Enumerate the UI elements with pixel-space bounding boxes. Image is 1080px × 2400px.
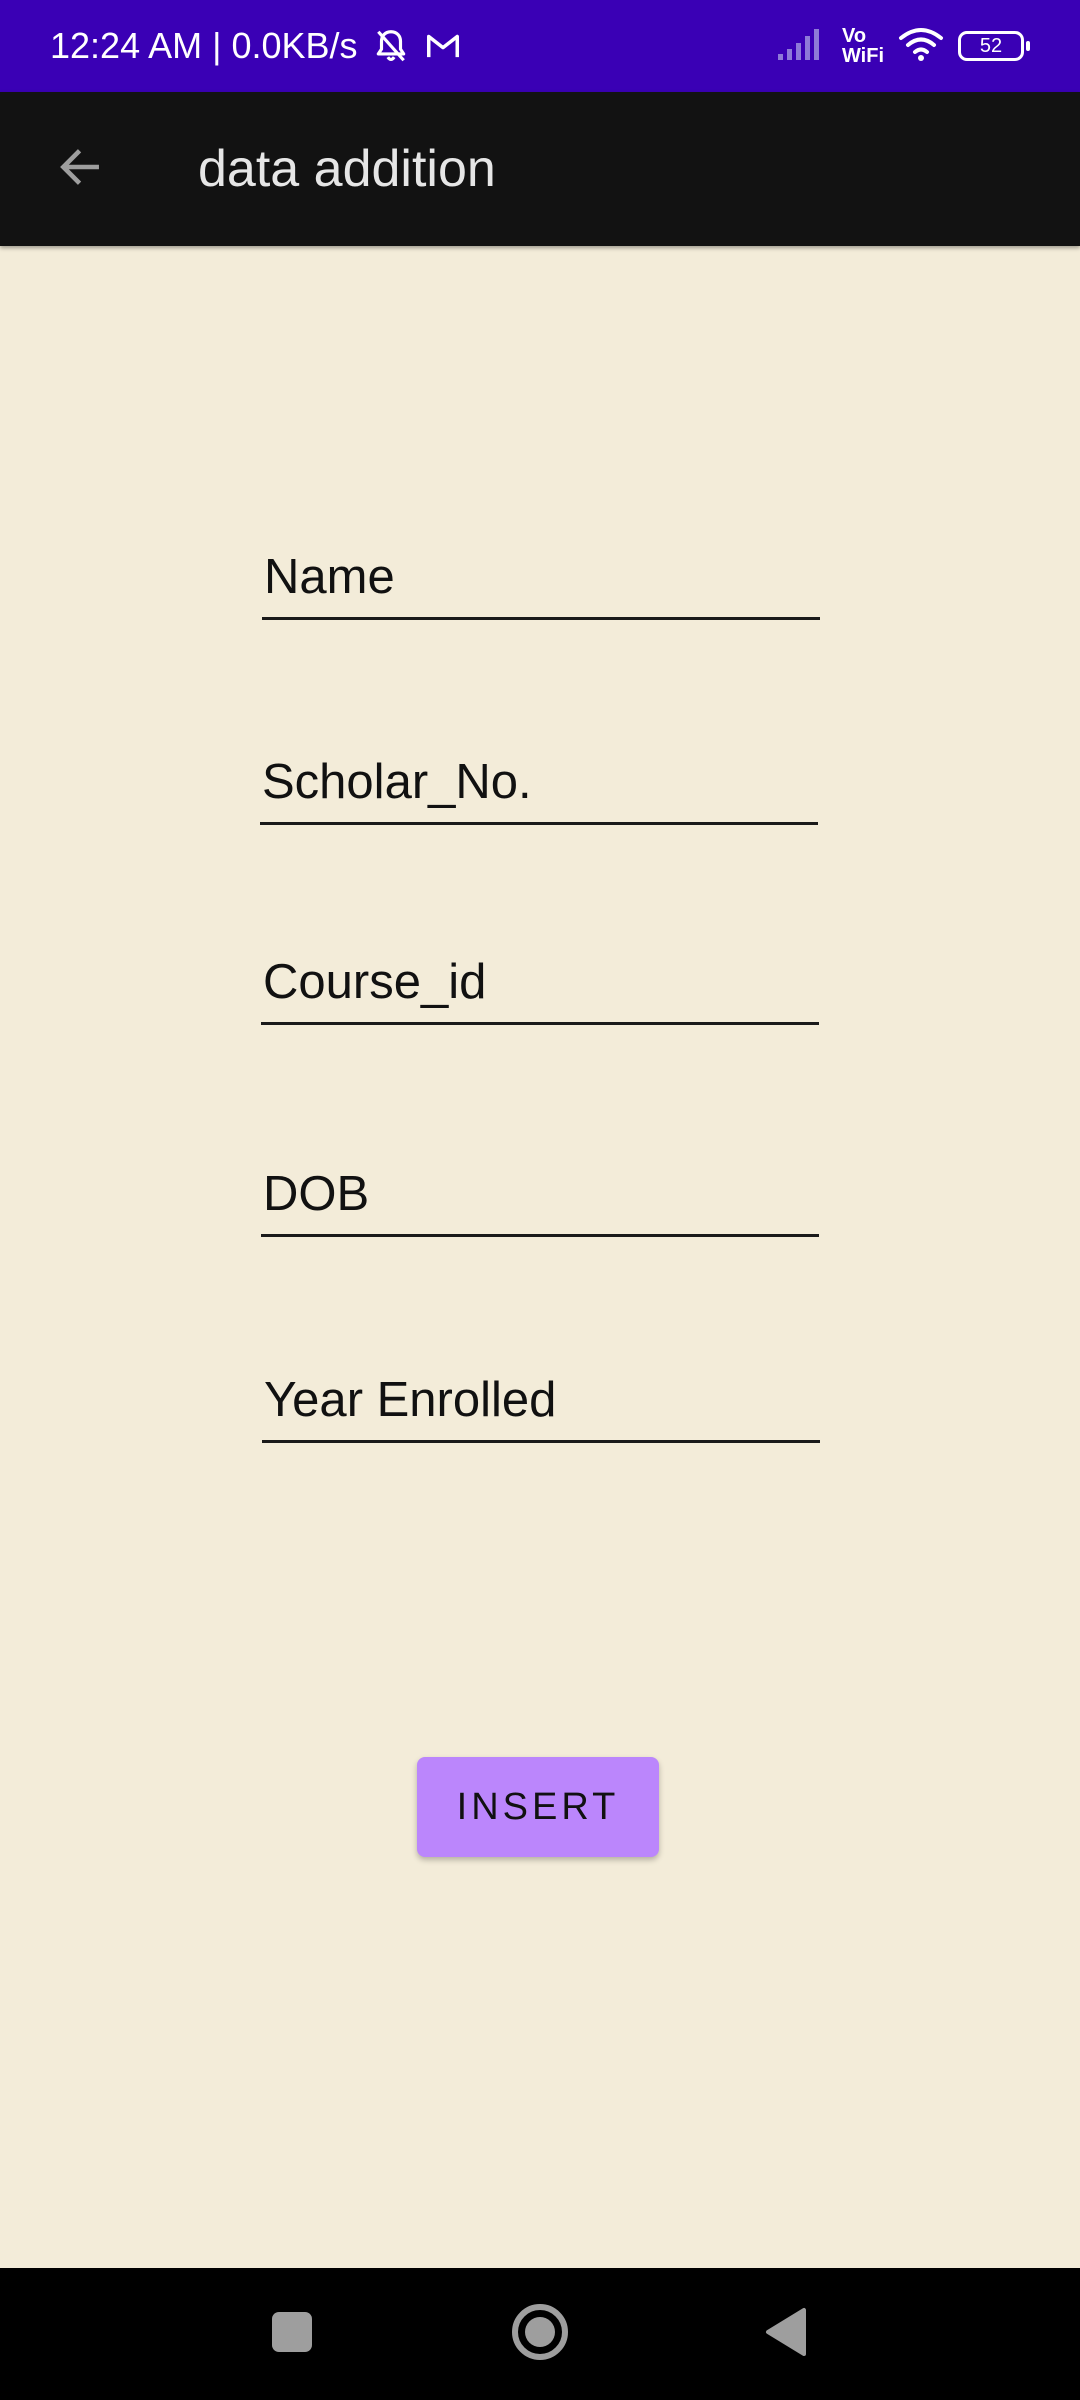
course-id-field[interactable] [261,941,819,1022]
recents-button[interactable] [252,2294,332,2374]
app-bar: data addition [0,92,1080,246]
nav-back-button[interactable] [746,2294,826,2374]
year-enrolled-field-wrapper [262,1359,820,1443]
status-left: 12:24 AM | 0.0KB/s [50,0,462,92]
course-id-field-wrapper [261,941,819,1025]
name-field-wrapper [262,536,820,620]
status-time-speed: 12:24 AM | 0.0KB/s [50,25,358,66]
home-circle-icon [510,2302,570,2367]
status-bar: 12:24 AM | 0.0KB/s Vo WiFi 52 [0,0,1080,92]
mute-bell-icon [372,27,410,65]
back-button[interactable] [40,129,120,209]
year-enrolled-field[interactable] [262,1359,820,1440]
home-button[interactable] [500,2294,580,2374]
arrow-left-icon [55,142,105,197]
battery-level: 52 [979,34,1003,57]
vowifi-label: Vo WiFi [842,26,884,66]
status-right: Vo WiFi 52 [776,0,1030,92]
signal-icon [776,26,828,67]
scholar-no-field-wrapper [260,741,818,825]
recents-square-icon [270,2310,314,2359]
back-triangle-icon [762,2306,810,2363]
nav-bar [0,2268,1080,2400]
vowifi-bottom: WiFi [841,45,884,67]
dob-field[interactable] [261,1153,819,1234]
page-title: data addition [198,140,496,198]
insert-button[interactable]: INSERT [417,1757,659,1857]
wifi-icon [898,26,944,67]
battery-icon: 52 [958,31,1030,61]
gmail-icon [424,27,462,65]
vowifi-top: Vo [841,25,867,47]
scholar-no-field[interactable] [260,741,818,822]
name-field[interactable] [262,536,820,617]
dob-field-wrapper [261,1153,819,1237]
